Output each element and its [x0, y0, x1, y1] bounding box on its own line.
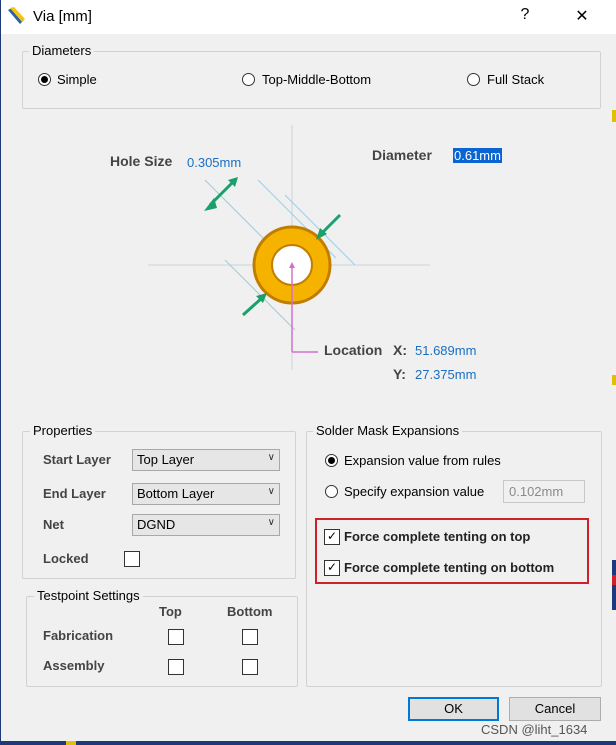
specify-expansion-input[interactable]: 0.102mm: [503, 480, 585, 503]
location-y-value[interactable]: 27.375mm: [415, 367, 476, 382]
ok-button[interactable]: OK: [408, 697, 499, 721]
help-button[interactable]: ?: [511, 6, 539, 24]
tent-top-checkbox[interactable]: ✓: [324, 529, 340, 545]
chevron-down-icon: ∨: [267, 452, 275, 463]
window-edge-bottom: [0, 741, 616, 745]
testpoint-row-fabrication: Fabrication: [43, 628, 114, 643]
properties-group-label: Properties: [30, 423, 96, 438]
testpoint-col-top: Top: [159, 604, 182, 619]
end-layer-value: Bottom Layer: [137, 486, 215, 501]
chevron-down-icon: ∨: [267, 517, 275, 528]
radio-specify-expansion[interactable]: [325, 485, 338, 498]
locked-checkbox[interactable]: [124, 551, 140, 567]
diameter-label: Diameter: [372, 147, 432, 163]
solder-mask-group-label: Solder Mask Expansions: [313, 423, 463, 438]
location-y-label: Y:: [393, 366, 406, 382]
hole-size-label: Hole Size: [110, 153, 173, 169]
location-label: Location: [324, 342, 383, 358]
fabrication-top-checkbox[interactable]: [168, 629, 184, 645]
location-x-label: X:: [393, 342, 407, 358]
assembly-bottom-checkbox[interactable]: [242, 659, 258, 675]
tent-bottom-checkbox[interactable]: ✓: [324, 560, 340, 576]
watermark: CSDN @liht_1634: [481, 722, 588, 737]
testpoint-group-label: Testpoint Settings: [34, 588, 143, 603]
locked-label: Locked: [43, 551, 89, 566]
diameter-value[interactable]: 0.61mm: [453, 148, 502, 163]
close-button[interactable]: ✕: [568, 6, 596, 26]
radio-top-middle-bottom[interactable]: [242, 73, 255, 86]
assembly-top-checkbox[interactable]: [168, 659, 184, 675]
testpoint-row-assembly: Assembly: [43, 658, 105, 673]
chevron-down-icon: ∨: [267, 486, 275, 497]
edge-marker: [612, 110, 616, 122]
fabrication-bottom-checkbox[interactable]: [242, 629, 258, 645]
end-layer-label: End Layer: [43, 486, 106, 501]
edge-marker: [612, 575, 616, 585]
radio-expansion-from-rules-label[interactable]: Expansion value from rules: [344, 453, 501, 468]
edge-marker: [612, 375, 616, 385]
radio-specify-expansion-label[interactable]: Specify expansion value: [344, 484, 484, 499]
tent-top-label[interactable]: Force complete tenting on top: [344, 529, 530, 544]
window-edge-left: [0, 0, 1, 745]
edge-marker: [612, 560, 616, 610]
net-select[interactable]: DGND ∨: [132, 514, 280, 536]
app-icon: [7, 7, 27, 27]
radio-top-middle-bottom-label[interactable]: Top-Middle-Bottom: [262, 72, 371, 87]
net-value: DGND: [137, 517, 176, 532]
radio-simple[interactable]: [38, 73, 51, 86]
edge-marker: [66, 741, 76, 745]
start-layer-label: Start Layer: [43, 452, 111, 467]
end-layer-select[interactable]: Bottom Layer ∨: [132, 483, 280, 505]
start-layer-value: Top Layer: [137, 452, 195, 467]
window-title: Via [mm]: [33, 8, 92, 25]
radio-full-stack-label[interactable]: Full Stack: [487, 72, 544, 87]
cancel-button[interactable]: Cancel: [509, 697, 601, 721]
hole-size-value[interactable]: 0.305mm: [187, 155, 241, 170]
radio-full-stack[interactable]: [467, 73, 480, 86]
net-label: Net: [43, 517, 64, 532]
radio-simple-label[interactable]: Simple: [57, 72, 97, 87]
testpoint-col-bottom: Bottom: [227, 604, 273, 619]
location-x-value[interactable]: 51.689mm: [415, 343, 476, 358]
diameters-group-label: Diameters: [29, 43, 95, 58]
start-layer-select[interactable]: Top Layer ∨: [132, 449, 280, 471]
radio-expansion-from-rules[interactable]: [325, 454, 338, 467]
tent-bottom-label[interactable]: Force complete tenting on bottom: [344, 560, 554, 575]
